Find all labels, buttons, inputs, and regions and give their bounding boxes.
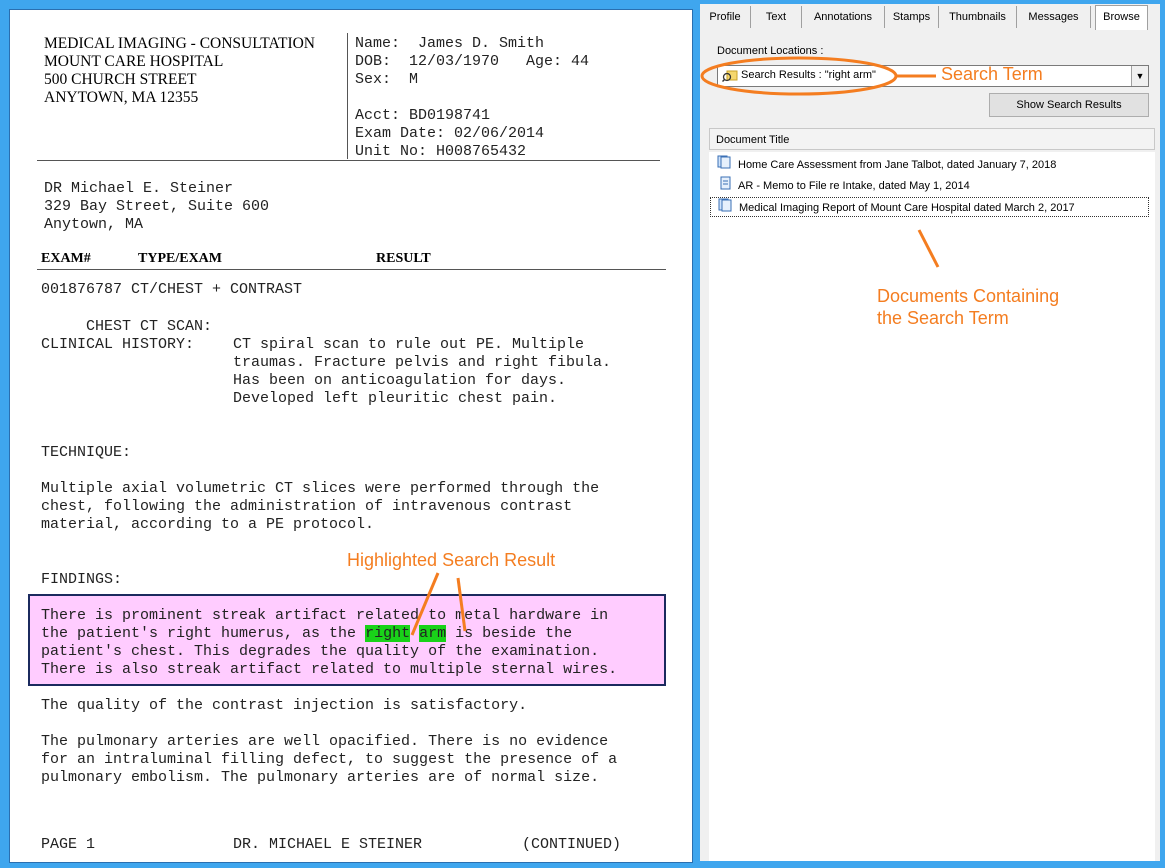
annotation-documents-2: the Search Term — [877, 308, 1009, 328]
arrow-to-arm — [456, 577, 467, 632]
annotation-arrows — [410, 572, 467, 636]
right-annotation-shapes — [700, 56, 940, 268]
annotation-documents-1: Documents Containing — [877, 286, 1060, 306]
window-frame: MEDICAL IMAGING - CONSULTATION MOUNT CAR… — [0, 0, 1165, 868]
documents-arrow — [917, 229, 940, 268]
document-viewer[interactable]: MEDICAL IMAGING - CONSULTATION MOUNT CAR… — [9, 9, 693, 863]
side-panel: Profile Text Annotations Stamps Thumbnai… — [700, 4, 1160, 861]
arrow-to-right — [410, 572, 440, 636]
search-term-ellipse — [700, 56, 898, 96]
annotation-search-term: Search Term — [941, 64, 1043, 84]
